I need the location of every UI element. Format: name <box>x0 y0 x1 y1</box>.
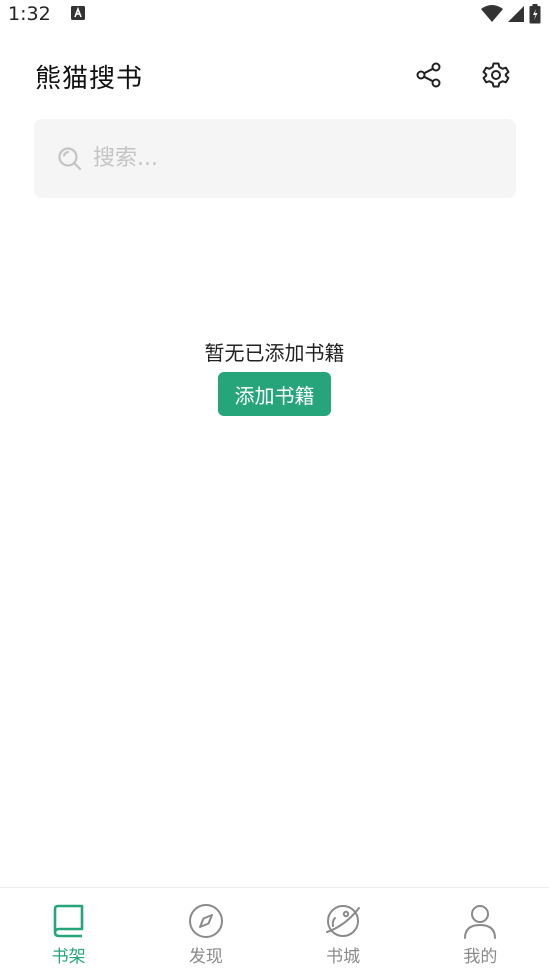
settings-icon <box>482 62 510 88</box>
nav-label-bookstore: 书城 <box>326 947 361 967</box>
nav-item-discover[interactable]: 发现 <box>137 888 274 971</box>
search-bar[interactable] <box>34 119 516 198</box>
a-notification-icon <box>71 6 85 20</box>
screen: 1:32 熊猫搜书 搜索... 暂无已添加书籍 添加书籍 书架 发现 书城 我的 <box>0 0 549 971</box>
nav-label-mine: 我的 <box>463 947 498 967</box>
share-icon <box>416 62 441 88</box>
bottom-nav: 书架 发现 书城 我的 <box>0 887 549 971</box>
nav-item-mine[interactable]: 我的 <box>412 888 549 971</box>
battery-icon <box>529 4 541 24</box>
nav-label-discover: 发现 <box>188 947 223 967</box>
status-time: 1:32 <box>8 3 51 25</box>
search-icon <box>58 146 82 170</box>
add-book-button[interactable]: 添加书籍 <box>218 372 331 416</box>
nav-item-bookstore[interactable]: 书城 <box>275 888 412 971</box>
wifi-icon <box>481 5 503 22</box>
page-title: 熊猫搜书 <box>35 64 144 94</box>
signal-icon <box>508 6 524 22</box>
nav-label-bookshelf: 书架 <box>51 947 86 967</box>
compass-icon <box>188 904 223 938</box>
status-bar: 1:32 <box>0 0 549 30</box>
settings-button[interactable] <box>480 59 512 91</box>
nav-item-bookshelf[interactable]: 书架 <box>0 888 137 971</box>
empty-state-message: 暂无已添加书籍 <box>204 341 345 365</box>
status-icons <box>481 3 541 25</box>
search-input[interactable] <box>91 145 475 172</box>
bookshelf-icon <box>53 904 83 938</box>
planet-icon <box>326 905 361 937</box>
person-icon <box>464 905 497 939</box>
share-button[interactable] <box>413 59 445 91</box>
